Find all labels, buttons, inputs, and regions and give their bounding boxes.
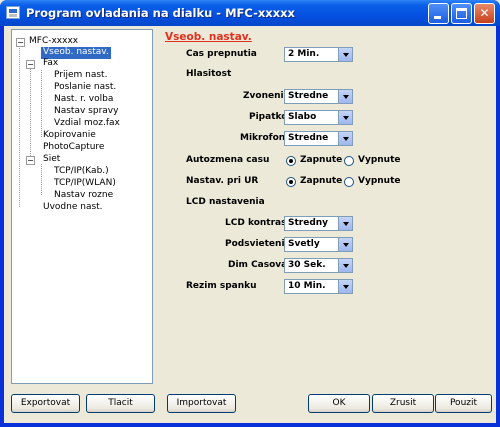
app-window: Program ovladania na dialku - MFC-xxxxx … [0, 0, 500, 427]
settings-panel: Vseob. nastav. Cas prepnutia 2 Min. Hlas… [157, 29, 493, 385]
cas-prepnutia-label: Cas prepnutia [186, 49, 257, 59]
podsvietenie-label: Podsvietenie [225, 239, 291, 249]
autozmena-vypnute-radio[interactable] [344, 156, 354, 166]
autozmena-zapnute-label[interactable]: Zapnute [300, 155, 342, 165]
tree-item-tcpip-kab[interactable]: TCP/IP(Kab.) [52, 166, 111, 178]
dropdown-arrow-icon[interactable] [338, 48, 352, 61]
dropdown-arrow-icon[interactable] [338, 90, 352, 103]
tree-collapse-root-icon[interactable]: − [16, 38, 25, 47]
dim-casovac-value: 30 Sek. [288, 260, 326, 270]
panel-title: Vseob. nastav. [165, 31, 252, 43]
pipatko-value: Slabo [288, 112, 317, 122]
client-area: − MFC-xxxxx Vseob. nastav. − Fax Prijem … [4, 26, 496, 423]
tree-collapse-siet-icon[interactable]: − [26, 156, 35, 165]
maximize-button[interactable] [451, 3, 472, 24]
dropdown-arrow-icon[interactable] [338, 132, 352, 145]
print-button[interactable]: Tlacit [86, 394, 155, 413]
nastav-ur-vypnute-label[interactable]: Vypnute [358, 176, 401, 186]
rezim-spanku-select[interactable]: 10 Min. [284, 279, 353, 294]
apply-button[interactable]: Pouzit [435, 394, 492, 413]
dropdown-arrow-icon[interactable] [338, 259, 352, 272]
dim-casovac-select[interactable]: 30 Sek. [284, 258, 353, 273]
tree-item-kopirovanie[interactable]: Kopirovanie [41, 130, 98, 142]
autozmena-zapnute-radio[interactable] [286, 156, 296, 166]
tree-item-vzdial-moz-fax[interactable]: Vzdial moz.fax [52, 118, 122, 130]
tree-item-tcpip-wlan[interactable]: TCP/IP(WLAN) [52, 178, 118, 190]
minimize-button[interactable] [428, 3, 449, 24]
tree-item-uvodne-nast[interactable]: Uvodne nast. [41, 202, 105, 214]
autozmena-casu-label: Autozmena casu [186, 155, 270, 165]
pipatko-select[interactable]: Slabo [284, 110, 353, 125]
settings-tree[interactable]: − MFC-xxxxx Vseob. nastav. − Fax Prijem … [11, 29, 153, 384]
podsvietenie-select[interactable]: Svetly [284, 237, 353, 252]
nastav-ur-zapnute-radio[interactable] [286, 177, 296, 187]
app-icon [6, 6, 20, 19]
mikrofon-value: Stredne [288, 133, 329, 143]
mikrofon-label: Mikrofon [240, 133, 286, 143]
cancel-button[interactable]: Zrusit [372, 394, 434, 413]
tree-item-fax[interactable]: Fax [41, 58, 60, 70]
tree-item-siet[interactable]: Siet [41, 154, 62, 166]
autozmena-vypnute-label[interactable]: Vypnute [358, 155, 401, 165]
podsvietenie-value: Svetly [288, 239, 320, 249]
close-button[interactable]: ✕ [474, 3, 495, 24]
minimize-icon [434, 16, 441, 19]
nastav-pri-ur-label: Nastav. pri UR [186, 176, 259, 186]
dropdown-arrow-icon[interactable] [338, 217, 352, 230]
title-bar[interactable]: Program ovladania na dialku - MFC-xxxxx … [0, 0, 500, 26]
window-title: Program ovladania na dialku - MFC-xxxxx [26, 6, 295, 20]
tree-item-poslanie-nast[interactable]: Poslanie nast. [52, 82, 118, 94]
zvonenie-select[interactable]: Stredne [284, 89, 353, 104]
mikrofon-select[interactable]: Stredne [284, 131, 353, 146]
dropdown-arrow-icon[interactable] [338, 238, 352, 251]
nastav-ur-zapnute-label[interactable]: Zapnute [300, 176, 342, 186]
dropdown-arrow-icon[interactable] [338, 280, 352, 293]
tree-item-nast-r-volba[interactable]: Nast. r. volba [52, 94, 115, 106]
nastav-ur-vypnute-radio[interactable] [344, 177, 354, 187]
close-icon: ✕ [479, 6, 490, 20]
lcd-kontrast-label: LCD kontrast [225, 218, 291, 228]
cas-prepnutia-select[interactable]: 2 Min. [284, 47, 353, 62]
cas-prepnutia-value: 2 Min. [288, 49, 320, 59]
dim-casovac-label: Dim Casovac [228, 260, 293, 270]
tree-item-nastav-spravy[interactable]: Nastav spravy [52, 106, 120, 118]
maximize-icon [456, 8, 467, 19]
hlasitost-heading: Hlasitost [186, 69, 232, 79]
rezim-spanku-label: Rezim spanku [186, 281, 257, 291]
pipatko-label: Pipatko [249, 112, 288, 122]
tree-item-photocapture[interactable]: PhotoCapture [41, 142, 106, 154]
dropdown-arrow-icon[interactable] [338, 111, 352, 124]
zvonenie-value: Stredne [288, 91, 329, 101]
import-button[interactable]: Importovat [167, 394, 236, 413]
rezim-spanku-value: 10 Min. [288, 281, 326, 291]
lcd-nastavenia-heading: LCD nastavenia [186, 197, 265, 207]
tree-item-prijem-nast[interactable]: Prijem nast. [52, 70, 109, 82]
export-button[interactable]: Exportovat [11, 394, 80, 413]
ok-button[interactable]: OK [308, 394, 370, 413]
lcd-kontrast-value: Stredny [288, 218, 329, 228]
lcd-kontrast-select[interactable]: Stredny [284, 216, 353, 231]
tree-collapse-fax-icon[interactable]: − [26, 60, 35, 69]
zvonenie-label: Zvonenie [243, 91, 290, 101]
tree-item-nastav-rozne[interactable]: Nastav rozne [52, 190, 115, 202]
